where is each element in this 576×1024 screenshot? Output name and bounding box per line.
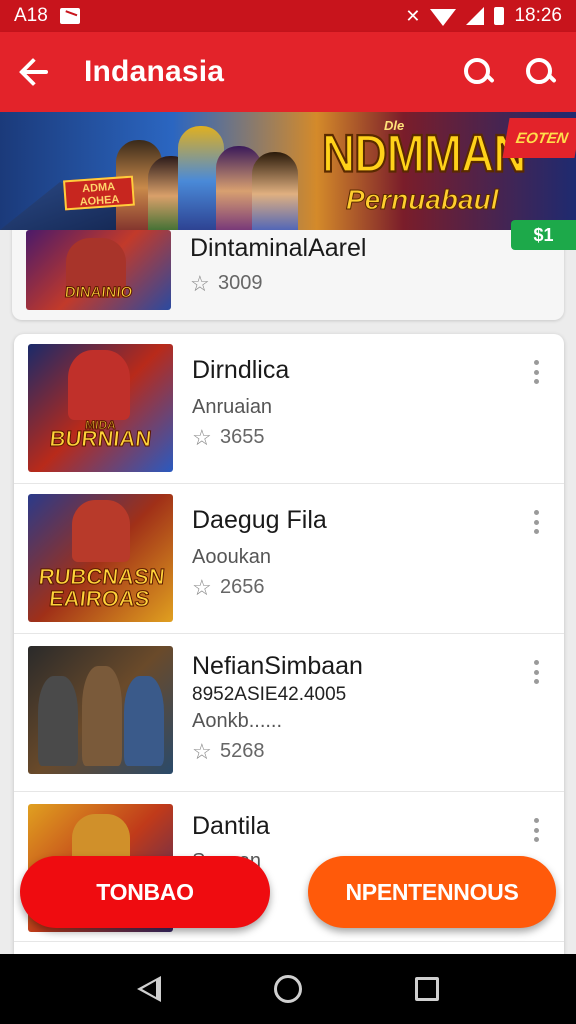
game-rating: ☆ 5268 <box>192 738 265 764</box>
game-developer: Aooukan <box>192 546 271 568</box>
star-icon: ☆ <box>192 574 212 600</box>
notification-icon <box>59 8 80 24</box>
more-options-icon[interactable] <box>532 660 540 684</box>
system-nav-bar <box>0 954 576 1024</box>
nav-home-icon[interactable] <box>273 975 302 1003</box>
list-item[interactable]: DINAINIO DintaminalAarel ☆ 3009 <box>12 230 564 320</box>
thumbnail-title: BURNIAN <box>48 426 153 452</box>
banner-logo-sub: Pernuabaul <box>345 184 499 216</box>
search-icon[interactable] <box>462 56 494 88</box>
game-rating: ☆ 3655 <box>192 424 265 450</box>
star-icon: ☆ <box>190 270 210 296</box>
list-item[interactable]: MIDA BURNIAN Dirndlica Anruaian ☆ 3655 <box>14 334 564 484</box>
thumbnail-title: DINAINIO <box>63 284 134 302</box>
list-item[interactable]: NefianSimbaan 8952ASIE42.4005 Aonkb.....… <box>14 634 564 792</box>
banner-logo: NDMMAN <box>321 122 528 184</box>
game-rating: ☆ 3009 <box>190 270 263 296</box>
battery-icon <box>494 7 505 25</box>
game-title: DintaminalAarel <box>190 234 367 262</box>
more-options-icon[interactable] <box>532 510 540 534</box>
banner-corner-tag: EOTEN <box>502 118 576 158</box>
game-rating: ☆ 2656 <box>192 574 265 600</box>
game-meta: 8952ASIE42.4005 <box>192 684 347 705</box>
back-arrow-icon[interactable] <box>20 55 54 89</box>
more-options-icon[interactable] <box>532 818 540 842</box>
price-badge: $1 <box>511 220 576 250</box>
thumbnail-title: RUBCNASN EAIROAS <box>37 564 167 612</box>
list-item[interactable]: RUBCNASN EAIROAS Daegug Fila Aooukan ☆ 2… <box>14 484 564 634</box>
game-thumbnail <box>28 646 173 774</box>
game-developer: Anruaian <box>192 396 273 418</box>
clock: 18:26 <box>514 5 562 26</box>
star-icon: ☆ <box>192 738 212 764</box>
page-title: Indanasia <box>84 55 225 88</box>
promo-banner[interactable]: ADMA AOHEA Dle NDMMAN Pernuabaul EOTEN <box>0 112 576 230</box>
game-thumbnail: MIDA BURNIAN <box>28 344 173 472</box>
nav-recents-icon[interactable] <box>415 977 440 1001</box>
mute-icon: ✕ <box>405 5 421 26</box>
nav-back-icon[interactable] <box>136 976 161 1002</box>
signal-icon <box>466 7 485 25</box>
primary-action-button[interactable]: TONBAO <box>20 856 270 928</box>
game-developer: Aonkb...... <box>192 710 283 732</box>
banner-character <box>252 152 298 230</box>
star-icon: ☆ <box>192 424 212 450</box>
game-title: Dantila <box>192 812 270 840</box>
banner-small-tag: ADMA AOHEA <box>63 175 135 211</box>
game-title: Daegug Fila <box>192 506 327 534</box>
game-thumbnail: DINAINIO <box>26 230 171 310</box>
game-list[interactable]: DINAINIO DintaminalAarel ☆ 3009 MIDA BUR… <box>0 230 576 954</box>
app-bar: Indanasia <box>0 32 576 112</box>
secondary-action-button[interactable]: NPENTENNOUS <box>308 856 556 928</box>
game-thumbnail: RUBCNASN EAIROAS <box>28 494 173 622</box>
game-title: Dirndlica <box>192 356 290 384</box>
carrier-label: A18 <box>14 5 48 26</box>
more-options-icon[interactable] <box>532 360 540 384</box>
status-bar: A18 ✕ 18:26 <box>0 0 576 32</box>
game-title: NefianSimbaan <box>192 652 363 680</box>
wifi-icon <box>430 8 457 26</box>
search-alt-icon[interactable] <box>524 56 556 88</box>
